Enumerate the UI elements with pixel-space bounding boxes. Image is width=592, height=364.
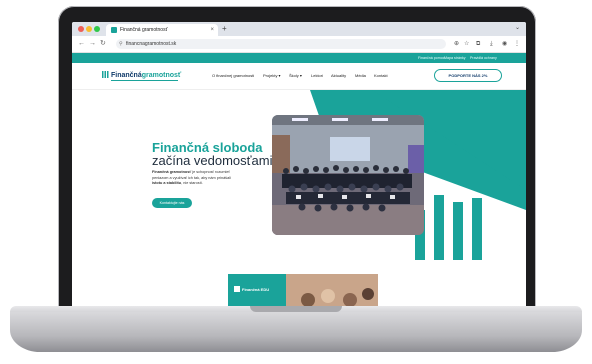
- desc-text-2: , nie starosti.: [181, 181, 203, 186]
- tab-bar: Finančná gramotnosť × + ⌄: [72, 22, 526, 36]
- teal-bar-2: [434, 195, 444, 260]
- browser-window: Finančná gramotnosť × + ⌄ ← → ↻ ⚲ financ…: [72, 22, 526, 308]
- menu-item-schools[interactable]: Školy ▾: [289, 73, 302, 78]
- minimize-window-button[interactable]: [86, 26, 92, 32]
- menu-item-media[interactable]: Média: [355, 73, 366, 78]
- top-link-3[interactable]: Pravidlá ochrany: [470, 53, 497, 63]
- zoom-icon[interactable]: ⊕: [454, 40, 459, 48]
- menu-item-contact[interactable]: Kontakt: [374, 73, 388, 78]
- laptop-notch: [250, 306, 342, 312]
- extensions-icon[interactable]: ⧉: [476, 40, 480, 48]
- teal-bar-4: [472, 198, 482, 260]
- top-utility-strip: Finančná pomoc Mapa stránky Pravidlá och…: [72, 53, 526, 63]
- menu-kebab-icon[interactable]: ⋮: [514, 40, 520, 48]
- menu-item-projects[interactable]: Projekty ▾: [263, 73, 281, 78]
- site-navbar: Finančnágramotnosť O finančnej gramotnos…: [72, 63, 526, 90]
- new-tab-button[interactable]: +: [222, 23, 227, 35]
- contact-us-button[interactable]: Kontaktujte nás: [152, 198, 192, 208]
- menu-item-about[interactable]: O finančnej gramotnosti: [212, 73, 254, 78]
- group-photo-image: [272, 115, 424, 235]
- hero-group-photo: [272, 115, 424, 235]
- laptop-base: [10, 312, 582, 352]
- site-info-icon[interactable]: ⚲: [119, 39, 123, 49]
- logo-text-part2: gramotnosť: [141, 72, 182, 79]
- hero-description: Finančná gramotnosť je schopnosť rozumie…: [152, 170, 236, 187]
- maximize-window-button[interactable]: [94, 26, 100, 32]
- reload-icon[interactable]: ↻: [100, 40, 106, 48]
- bookmark-star-icon[interactable]: ☆: [464, 40, 469, 48]
- back-icon[interactable]: ←: [78, 40, 85, 48]
- teal-bar-3: [453, 202, 463, 260]
- promo-label: Finančná EDU: [242, 287, 270, 292]
- forward-icon[interactable]: →: [89, 40, 96, 48]
- close-window-button[interactable]: [78, 26, 84, 32]
- site-logo[interactable]: Finančnágramotnosť: [102, 71, 181, 79]
- favicon-icon: [111, 27, 117, 33]
- promo-banner[interactable]: Finančná EDU: [228, 274, 378, 308]
- top-link-2[interactable]: Mapa stránky: [444, 53, 466, 63]
- support-2-percent-button[interactable]: PODPORTE NÁS 2%: [434, 69, 502, 82]
- url-text: financnagramotnost.sk: [126, 41, 177, 47]
- tab-search-chevron-icon[interactable]: ⌄: [515, 24, 520, 31]
- tab-close-icon[interactable]: ×: [210, 24, 214, 36]
- address-bar[interactable]: ⚲ financnagramotnost.sk: [116, 39, 446, 49]
- menu-item-news[interactable]: Aktuality: [331, 73, 346, 78]
- logo-bars-icon: [102, 71, 109, 78]
- address-toolbar: ← → ↻ ⚲ financnagramotnost.sk ⊕ ☆ ⧉ ⤓ ◉ …: [72, 36, 526, 53]
- logo-text-part1: Finančná: [111, 72, 142, 79]
- download-icon[interactable]: ⤓: [490, 40, 493, 48]
- hero-title-line2: začína vedomosťami: [152, 153, 273, 168]
- logo-underline: [111, 80, 178, 81]
- browser-tab[interactable]: Finančná gramotnosť ×: [106, 24, 218, 36]
- desc-bold-2: istotu a stabilitu: [152, 181, 182, 186]
- desc-bold-1: Finančná gramotnosť: [152, 170, 192, 174]
- menu-item-lecturers[interactable]: Lektori: [311, 73, 323, 78]
- profile-avatar-icon[interactable]: ◉: [502, 40, 507, 48]
- top-link-1[interactable]: Finančná pomoc: [418, 53, 445, 63]
- tab-title: Finančná gramotnosť: [120, 27, 168, 33]
